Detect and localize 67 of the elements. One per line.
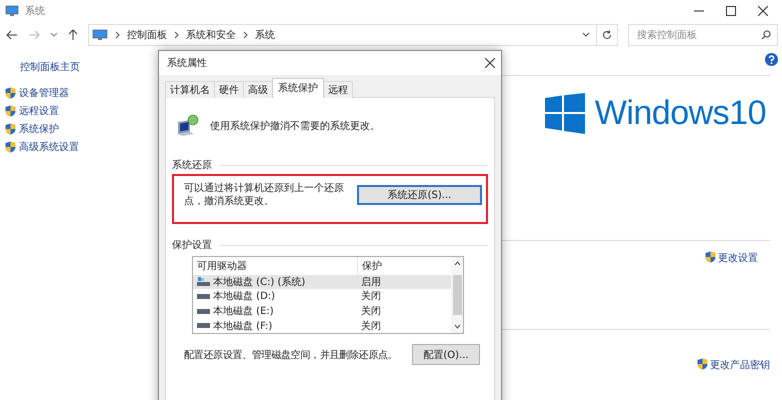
breadcrumb-item[interactable]: 控制面板	[127, 28, 167, 42]
configure-button[interactable]: 配置(O)...	[412, 344, 480, 365]
window-title: 系统	[25, 4, 45, 18]
sidebar-link[interactable]: 远程设置	[19, 104, 59, 118]
change-link[interactable]: 更改产品密钥	[710, 358, 770, 372]
help-icon[interactable]	[765, 53, 778, 66]
shield-icon	[5, 87, 16, 99]
computer-shield-icon	[176, 114, 200, 138]
scroll-down-icon[interactable]	[454, 324, 460, 329]
sidebar-link[interactable]: 设备管理器	[19, 86, 69, 100]
chevron-down-icon[interactable]	[582, 32, 590, 38]
tab[interactable]: 计算机名	[165, 81, 215, 98]
chevron-down-icon[interactable]	[50, 32, 58, 38]
column-header[interactable]: 保护	[358, 258, 382, 273]
shield-icon	[5, 141, 16, 153]
computer-icon	[5, 5, 19, 17]
sidebar-link[interactable]: 系统保护	[19, 122, 59, 136]
refresh-icon	[602, 30, 612, 40]
config-description: 配置还原设置、管理磁盘空间，并且删除还原点。	[184, 348, 398, 362]
tab[interactable]: 高级	[243, 81, 273, 98]
chevron-right-icon	[174, 31, 179, 39]
computer-icon	[92, 29, 108, 41]
drive-row[interactable]: 本地磁盘 (F:) 关闭	[193, 318, 451, 333]
sidebar-link[interactable]: 高级系统设置	[19, 140, 79, 154]
shield-icon	[5, 105, 16, 117]
restore-description: 可以通过将计算机还原到上一个还原点，撤消系统更改。	[184, 182, 345, 208]
chevron-right-icon	[243, 31, 248, 39]
dialog-title: 系统属性	[167, 56, 207, 70]
group-title: 系统还原	[172, 158, 212, 172]
tab[interactable]: 远程	[323, 81, 353, 98]
group-title: 保护设置	[172, 238, 212, 252]
refresh-button[interactable]	[596, 24, 618, 46]
logo-text: Windows10	[594, 94, 766, 132]
home-link[interactable]: 控制面板主页	[20, 60, 158, 74]
drive-name: 本地磁盘 (D:)	[213, 290, 276, 304]
tab[interactable]: 硬件	[214, 81, 244, 98]
windows-logo-icon	[544, 92, 585, 134]
drive-name: 本地磁盘 (E:)	[213, 304, 274, 318]
shield-icon	[705, 251, 716, 263]
search-icon[interactable]	[761, 30, 771, 40]
intro-text: 使用系统保护撤消不需要的系统更改。	[210, 120, 380, 133]
system-restore-button[interactable]: 系统还原(S)...	[357, 185, 482, 205]
shield-icon	[5, 123, 16, 135]
breadcrumb-item[interactable]: 系统和安全	[186, 28, 236, 42]
maximize-icon[interactable]	[726, 6, 736, 16]
drive-name: 本地磁盘 (F:)	[213, 320, 272, 333]
drive-row[interactable]: 本地磁盘 (C:) (系统) 启用	[193, 274, 451, 290]
up-arrow-icon[interactable]	[68, 29, 78, 41]
shield-icon	[697, 358, 708, 370]
protection-status: 关闭	[360, 320, 381, 333]
address-bar[interactable]: 控制面板 系统和安全 系统	[88, 24, 597, 46]
breadcrumb-item[interactable]: 系统	[255, 28, 275, 42]
close-icon[interactable]	[758, 6, 768, 16]
drive-name: 本地磁盘 (C:) (系统)	[213, 276, 306, 289]
drive-row[interactable]: 本地磁盘 (E:) 关闭	[193, 304, 451, 318]
scroll-up-icon[interactable]	[454, 261, 460, 266]
tab[interactable]: 系统保护	[272, 78, 324, 98]
scrollbar[interactable]	[451, 257, 463, 333]
close-icon[interactable]	[485, 58, 495, 68]
chevron-right-icon	[115, 31, 120, 39]
protection-status: 启用	[360, 276, 381, 289]
drive-row[interactable]: 本地磁盘 (D:) 关闭	[193, 289, 451, 304]
change-link[interactable]: 更改设置	[718, 251, 758, 265]
search-box[interactable]: 搜索控制面板	[628, 24, 778, 46]
protection-status: 关闭	[360, 304, 381, 318]
protection-status: 关闭	[360, 290, 381, 304]
back-arrow-icon[interactable]	[6, 30, 18, 40]
